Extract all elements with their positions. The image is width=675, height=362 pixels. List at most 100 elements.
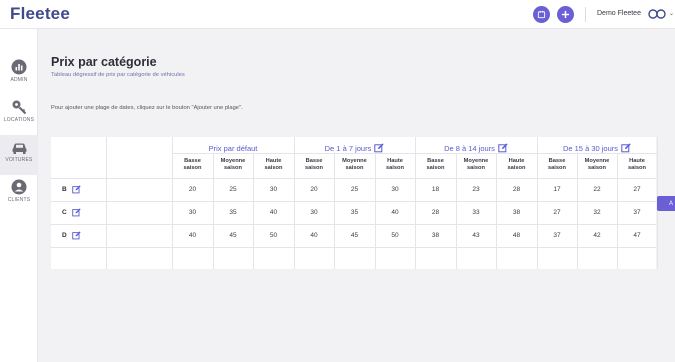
price-cell[interactable]: 23 (456, 186, 496, 193)
price-cell[interactable]: 45 (213, 232, 253, 239)
price-cell[interactable]: 30 (253, 186, 294, 193)
sidebar: ADMIN LOCATIONS VOITURES CLIENTS (0, 29, 38, 362)
price-cell[interactable]: 40 (294, 232, 334, 239)
header-divider (585, 7, 586, 22)
category-label: D (62, 232, 67, 239)
price-cell[interactable]: 45 (334, 232, 375, 239)
page-subtitle: Tableau dégressif de prix par catégorie … (51, 72, 185, 78)
sidebar-item-admin[interactable]: ADMIN (0, 55, 38, 95)
price-cell[interactable]: 40 (375, 209, 415, 216)
plus-icon (561, 10, 570, 19)
price-cell[interactable]: 30 (294, 209, 334, 216)
edit-icon[interactable] (621, 143, 631, 153)
group-header: Prix par défaut (172, 143, 294, 153)
key-icon (12, 100, 27, 115)
sidebar-item-locations[interactable]: LOCATIONS (0, 95, 38, 135)
season-header-line: Basse (184, 158, 201, 164)
add-range-hint: Pour ajouter une plage de dates, cliquez… (51, 105, 243, 111)
price-cell[interactable]: 25 (334, 186, 375, 193)
season-header-line: Basse (427, 158, 444, 164)
edit-icon[interactable] (374, 143, 384, 153)
season-header-line: saison (627, 165, 647, 171)
price-cell[interactable]: 50 (375, 232, 415, 239)
price-table (51, 137, 656, 269)
season-header-line: Moyenne (584, 158, 610, 164)
price-cell[interactable]: 35 (334, 209, 375, 216)
price-cell[interactable]: 43 (456, 232, 496, 239)
category-label: B (62, 186, 67, 193)
season-header-line: saison (547, 165, 567, 171)
season-header-line: Moyenne (220, 158, 246, 164)
table-col-divider (106, 137, 107, 269)
user-avatar-icon[interactable] (648, 8, 666, 20)
season-header: Haute saison (617, 158, 657, 172)
table-row-divider (51, 247, 656, 248)
season-header-line: Haute (387, 158, 403, 164)
season-header-line: saison (345, 165, 364, 171)
season-header-line: saison (304, 165, 324, 171)
price-cell[interactable]: 38 (496, 209, 537, 216)
price-cell[interactable]: 40 (253, 209, 294, 216)
chart-icon (11, 59, 27, 75)
price-cell[interactable]: 17 (537, 186, 577, 193)
price-cell[interactable]: 20 (294, 186, 334, 193)
price-cell[interactable]: 38 (415, 232, 456, 239)
edit-icon[interactable] (72, 231, 81, 240)
table-col-divider (537, 137, 538, 269)
edit-icon[interactable] (498, 143, 508, 153)
price-cell[interactable]: 33 (456, 209, 496, 216)
price-cell[interactable]: 37 (537, 232, 577, 239)
price-cell[interactable]: 47 (617, 232, 657, 239)
sidebar-item-label: ADMIN (10, 77, 28, 83)
price-cell[interactable]: 30 (375, 186, 415, 193)
car-icon (12, 143, 26, 154)
price-cell[interactable]: 50 (253, 232, 294, 239)
table-row-divider (51, 201, 656, 202)
username[interactable]: Demo Fleetee (597, 10, 641, 17)
top-bar: Fleetee Demo Fleetee ⌄ (0, 0, 675, 29)
price-cell[interactable]: 22 (577, 186, 617, 193)
sidebar-item-voitures[interactable]: VOITURES (0, 135, 38, 175)
season-header: Basse saison (537, 158, 577, 172)
season-header-line: saison (587, 165, 607, 171)
edit-icon[interactable] (72, 208, 81, 217)
calendar-button[interactable] (533, 6, 550, 23)
sidebar-item-clients[interactable]: CLIENTS (0, 175, 38, 215)
season-header-line: Basse (305, 158, 323, 164)
group-header: De 1 à 7 jours (294, 143, 415, 153)
price-cell[interactable]: 27 (537, 209, 577, 216)
chevron-down-icon[interactable]: ⌄ (669, 10, 674, 17)
price-cell[interactable]: 28 (415, 209, 456, 216)
price-cell[interactable]: 25 (213, 186, 253, 193)
season-header-line: saison (264, 165, 283, 171)
price-cell[interactable]: 40 (172, 232, 213, 239)
price-cell[interactable]: 28 (496, 186, 537, 193)
season-header-line: saison (466, 165, 486, 171)
season-header-line: saison (223, 165, 243, 171)
season-header-line: Moyenne (463, 158, 489, 164)
page-title: Prix par catégorie (51, 55, 157, 69)
price-cell[interactable]: 37 (617, 209, 657, 216)
edit-icon[interactable] (72, 185, 81, 194)
price-cell[interactable]: 32 (577, 209, 617, 216)
group-header-label: Prix par défaut (208, 143, 258, 153)
price-cell[interactable]: 27 (617, 186, 657, 193)
price-cell[interactable]: 20 (172, 186, 213, 193)
season-header-line: Basse (548, 158, 566, 164)
add-button[interactable] (557, 6, 574, 23)
table-col-divider (415, 137, 416, 269)
price-cell[interactable]: 42 (577, 232, 617, 239)
season-header-line: Moyenne (342, 158, 367, 164)
group-header: De 15 à 30 jours (537, 143, 657, 153)
season-header-line: Haute (265, 158, 282, 164)
season-header: Moyenne saison (213, 158, 253, 172)
price-cell[interactable]: 30 (172, 209, 213, 216)
price-cell[interactable]: 48 (496, 232, 537, 239)
add-range-button[interactable]: A (657, 196, 675, 211)
app-logo[interactable]: Fleetee (10, 4, 70, 24)
table-row-divider (51, 224, 656, 225)
season-header-line: saison (183, 165, 202, 171)
price-cell[interactable]: 18 (415, 186, 456, 193)
price-cell[interactable]: 35 (213, 209, 253, 216)
sidebar-item-label: VOITURES (5, 157, 33, 163)
